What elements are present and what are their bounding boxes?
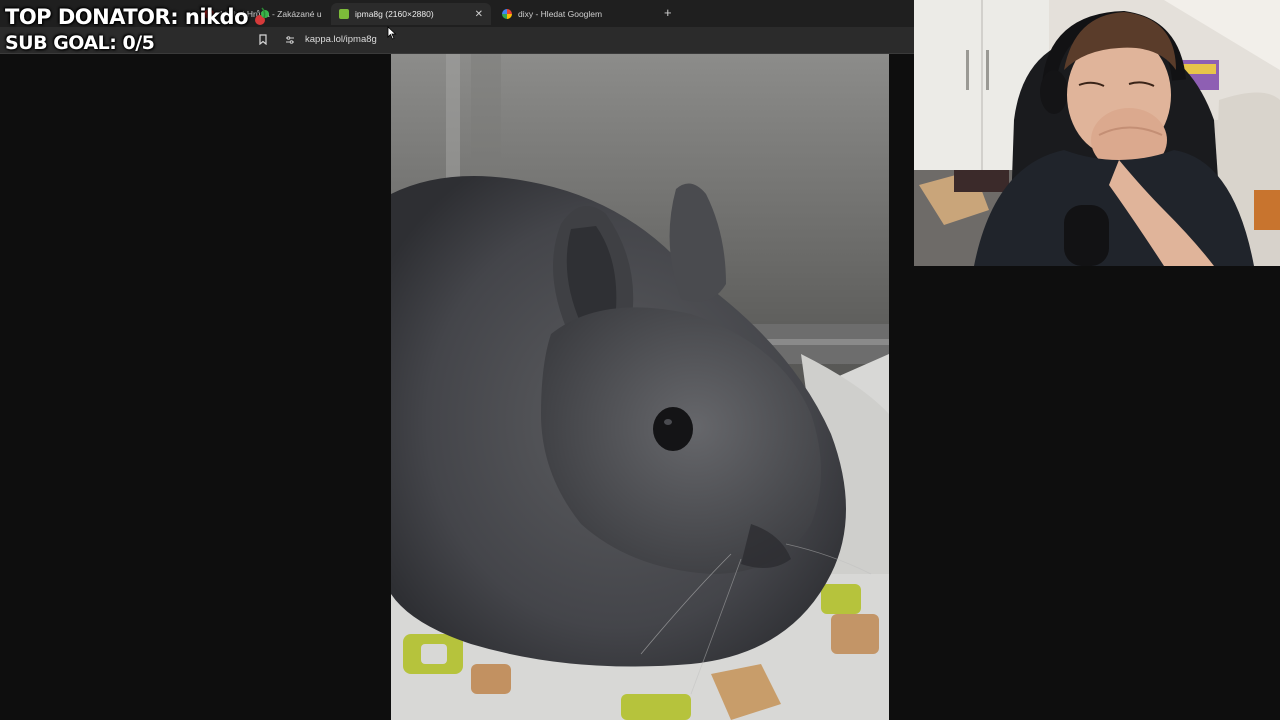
tab-label: ipma8g (2160×2880) (355, 9, 434, 19)
webcam-image (914, 0, 1280, 266)
bookmark-icon[interactable] (259, 34, 267, 45)
rabbit-photo (391, 54, 889, 720)
image-viewer (391, 54, 889, 720)
new-tab-button[interactable]: + (664, 5, 672, 20)
mouse-cursor-icon (387, 26, 397, 40)
top-donator-text: TOP DONATOR: nikdo (5, 5, 249, 29)
webcam-feed (914, 0, 1280, 266)
close-tab-icon[interactable]: ✕ (475, 9, 483, 20)
top-donator-label: TOP DONATOR: nikdo (5, 5, 272, 29)
site-info-icon[interactable] (285, 35, 295, 45)
emote-icon (255, 7, 269, 25)
kappa-icon (339, 9, 349, 19)
google-icon (502, 9, 512, 19)
address-input[interactable]: kappa.lol/ipma8g (305, 34, 377, 45)
tab-ipma8g[interactable]: ipma8g (2160×2880) ✕ (331, 3, 491, 25)
sub-goal-label: SUB GOAL: 0/5 (5, 32, 155, 54)
tab-label: dixy - Hledat Googlem (518, 9, 603, 19)
tab-dixy-google[interactable]: dixy - Hledat Googlem (502, 3, 652, 25)
